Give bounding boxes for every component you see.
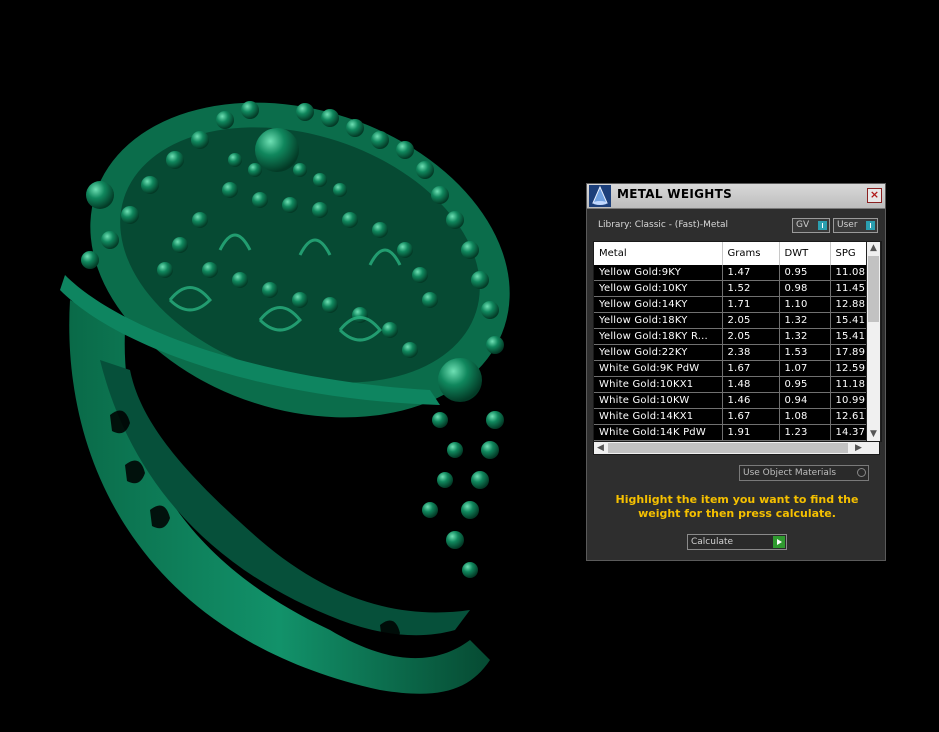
cell-dwt: 0.98: [779, 280, 831, 297]
metal-table-container: Metal Grams DWT SPG Yellow Gold:9KY 1.47 0…: [593, 241, 882, 442]
gv-toggle[interactable]: GV: [792, 218, 830, 233]
cell-grams: 2.05: [722, 312, 780, 329]
cell-metal: Yellow Gold:14KY: [594, 296, 723, 313]
vertical-scroll-thumb[interactable]: [868, 256, 879, 322]
use-object-materials-label: Use Object Materials: [743, 468, 837, 478]
cell-metal: White Gold:14K PdW: [594, 424, 723, 441]
panel-titlebar[interactable]: METAL WEIGHTS ×: [587, 184, 885, 209]
toggle-indicator-icon: [818, 221, 827, 230]
cell-grams: 1.47: [722, 265, 780, 281]
cell-dwt: 1.32: [779, 312, 831, 329]
toggle-indicator-icon: [866, 221, 875, 230]
calculate-button-label: Calculate: [691, 537, 734, 547]
cell-spg: 15.41: [830, 328, 866, 345]
cell-metal: Yellow Gold:18KY: [594, 312, 723, 329]
arrow-right-icon[interactable]: ▶: [852, 442, 865, 454]
table-row[interactable]: White Gold:14K PdW 1.91 1.23 14.37: [594, 424, 866, 441]
cell-grams: 1.67: [722, 360, 780, 377]
cell-dwt: 1.53: [779, 344, 831, 361]
close-icon[interactable]: ×: [867, 188, 882, 203]
vertical-scrollbar[interactable]: ▲ ▼: [867, 242, 880, 441]
table-row[interactable]: White Gold:10KW 1.46 0.94 10.99: [594, 392, 866, 409]
table-row[interactable]: Yellow Gold:18KY R... 2.05 1.32 15.41: [594, 328, 866, 345]
cell-metal: Yellow Gold:22KY: [594, 344, 723, 361]
table-row[interactable]: Yellow Gold:18KY 2.05 1.32 15.41: [594, 312, 866, 329]
cell-spg: 11.45: [830, 280, 866, 297]
cell-dwt: 1.07: [779, 360, 831, 377]
cell-spg: 14.37: [830, 424, 866, 441]
cell-metal: Yellow Gold:9KY: [594, 265, 723, 281]
arrow-left-icon[interactable]: ◀: [594, 442, 607, 454]
cell-grams: 1.48: [722, 376, 780, 393]
cell-grams: 1.91: [722, 424, 780, 441]
radio-circle-icon: [857, 468, 866, 477]
cell-dwt: 0.94: [779, 392, 831, 409]
library-label: Library: Classic - (Fast)-Metal: [598, 220, 729, 230]
table-row[interactable]: Yellow Gold:9KY 1.47 0.95 11.08: [594, 265, 866, 281]
user-toggle-label: User: [837, 220, 858, 230]
metal-table: Metal Grams DWT SPG Yellow Gold:9KY 1.47 0…: [594, 242, 866, 441]
cell-grams: 2.38: [722, 344, 780, 361]
cell-metal: White Gold:14KX1: [594, 408, 723, 425]
cell-spg: 17.89: [830, 344, 866, 361]
app-cone-icon: [589, 185, 611, 207]
arrow-up-icon[interactable]: ▲: [867, 242, 880, 255]
horizontal-scrollbar[interactable]: ◀ ▶: [593, 441, 880, 455]
table-row[interactable]: White Gold:10KX1 1.48 0.95 11.18: [594, 376, 866, 393]
column-header-metal[interactable]: Metal: [594, 242, 723, 265]
cell-grams: 1.52: [722, 280, 780, 297]
table-row[interactable]: White Gold:9K PdW 1.67 1.07 12.59: [594, 360, 866, 377]
panel-title: METAL WEIGHTS: [617, 187, 733, 201]
cell-grams: 1.67: [722, 408, 780, 425]
cell-dwt: 0.95: [779, 376, 831, 393]
cell-spg: 12.61: [830, 408, 866, 425]
cell-metal: Yellow Gold:18KY R...: [594, 328, 723, 345]
table-row[interactable]: Yellow Gold:14KY 1.71 1.10 12.88: [594, 296, 866, 313]
cell-dwt: 1.10: [779, 296, 831, 313]
cell-grams: 2.05: [722, 328, 780, 345]
cell-dwt: 1.32: [779, 328, 831, 345]
cell-grams: 1.71: [722, 296, 780, 313]
cell-spg: 11.18: [830, 376, 866, 393]
cell-spg: 12.59: [830, 360, 866, 377]
column-header-spg[interactable]: SPG: [830, 242, 866, 265]
use-object-materials-toggle[interactable]: Use Object Materials: [739, 465, 869, 481]
cell-spg: 11.08: [830, 265, 866, 281]
user-toggle[interactable]: User: [833, 218, 878, 233]
cell-dwt: 0.95: [779, 265, 831, 281]
cell-dwt: 1.08: [779, 408, 831, 425]
cell-spg: 15.41: [830, 312, 866, 329]
metal-weights-panel: METAL WEIGHTS × Library: Classic - (Fast…: [586, 183, 886, 561]
cell-spg: 10.99: [830, 392, 866, 409]
cell-spg: 12.88: [830, 296, 866, 313]
calculate-button[interactable]: Calculate: [687, 534, 787, 550]
table-row[interactable]: Yellow Gold:10KY 1.52 0.98 11.45: [594, 280, 866, 297]
gv-toggle-label: GV: [796, 220, 810, 230]
cell-metal: White Gold:10KX1: [594, 376, 723, 393]
cell-dwt: 1.23: [779, 424, 831, 441]
table-header-row: Metal Grams DWT SPG: [594, 242, 866, 265]
horizontal-scroll-thumb[interactable]: [608, 443, 848, 453]
cell-metal: White Gold:10KW: [594, 392, 723, 409]
cell-metal: White Gold:9K PdW: [594, 360, 723, 377]
instructions-text: Highlight the item you want to find the …: [615, 493, 859, 520]
arrow-down-icon[interactable]: ▼: [867, 428, 880, 441]
table-row[interactable]: Yellow Gold:22KY 2.38 1.53 17.89: [594, 344, 866, 361]
table-row[interactable]: White Gold:14KX1 1.67 1.08 12.61: [594, 408, 866, 425]
play-icon: [773, 536, 785, 548]
cell-metal: Yellow Gold:10KY: [594, 280, 723, 297]
column-header-dwt[interactable]: DWT: [779, 242, 831, 265]
column-header-grams[interactable]: Grams: [722, 242, 780, 265]
cell-grams: 1.46: [722, 392, 780, 409]
